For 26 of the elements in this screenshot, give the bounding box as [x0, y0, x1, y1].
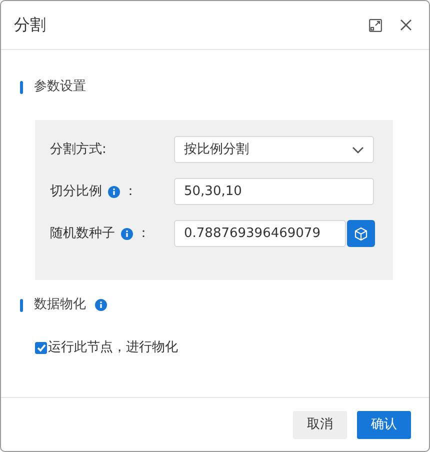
- info-icon: [121, 228, 133, 240]
- select-field[interactable]: 按比例分割: [174, 136, 374, 163]
- random-button[interactable]: [347, 220, 375, 247]
- cancel-button[interactable]: 取消: [293, 410, 347, 438]
- confirm-button[interactable]: 确认: [357, 410, 411, 438]
- colon: ：: [137, 224, 150, 243]
- input-field[interactable]: 50,30,10: [174, 178, 374, 205]
- expand-icon[interactable]: [369, 18, 382, 32]
- chevron-down-icon: [352, 146, 364, 154]
- window-title: 分割: [14, 14, 46, 36]
- info-icon: [95, 299, 107, 311]
- field-label: 切分比例: [50, 182, 102, 201]
- cube-icon: [354, 226, 368, 240]
- section-title: 数据物化: [34, 296, 86, 314]
- info-icon: [108, 186, 120, 198]
- checkbox[interactable]: [35, 342, 47, 354]
- colon: ：: [124, 182, 137, 201]
- input-field[interactable]: 0.788769396469079: [174, 220, 346, 247]
- checkbox-label: 运行此节点，进行物化: [48, 339, 178, 357]
- section-title: 参数设置: [34, 78, 86, 96]
- field-label: 分割方式: [50, 140, 102, 159]
- colon: :: [102, 140, 106, 159]
- section-marker: [20, 80, 23, 94]
- section-marker: [20, 298, 23, 312]
- field-label: 随机数种子: [50, 224, 115, 243]
- close-icon[interactable]: [400, 19, 412, 31]
